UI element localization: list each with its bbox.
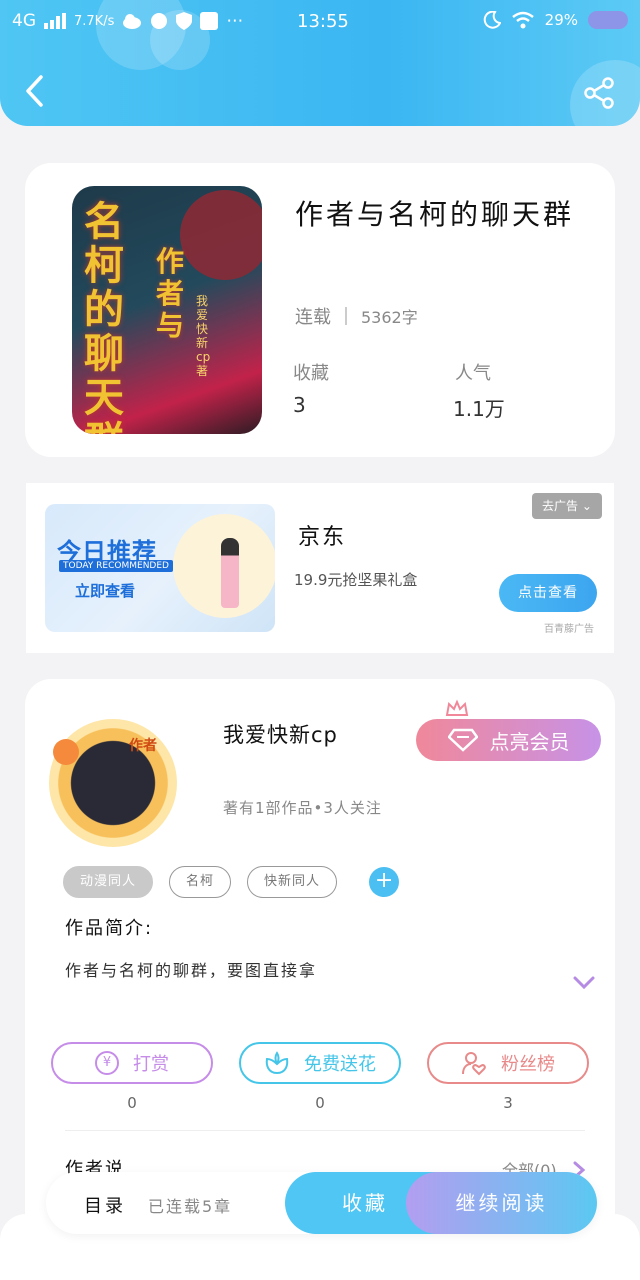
- favorites-label: 收藏: [293, 363, 329, 384]
- app-icon: [151, 13, 168, 29]
- remove-ad-button[interactable]: 去广告 ⌄: [532, 493, 602, 519]
- network-speed: 7.7K/s: [74, 13, 115, 29]
- book-cover[interactable]: 名柯的聊天群 作者与 我爱快新cp著: [72, 186, 262, 434]
- author-badge: 作者: [129, 738, 157, 754]
- diamond-icon: [447, 728, 478, 752]
- battery-icon: [588, 11, 628, 29]
- vip-label: 点亮会员: [489, 729, 570, 754]
- expand-chevron-icon[interactable]: [572, 975, 596, 991]
- intro-text: 作者与名柯的聊群，要图直接拿: [65, 961, 318, 980]
- word-count: 5362字: [361, 308, 418, 327]
- fans-label: 粉丝榜: [501, 1054, 555, 1075]
- book-title: 作者与名柯的聊天群: [295, 198, 575, 231]
- remove-ad-label: 去广告: [542, 499, 579, 513]
- battery-percent: 29%: [544, 11, 578, 29]
- ad-cta-button[interactable]: 点击查看: [499, 574, 597, 612]
- girl-illustration-icon: [221, 538, 239, 608]
- network-type: 4G: [12, 11, 36, 31]
- back-arrow-icon[interactable]: [22, 74, 48, 108]
- author-name[interactable]: 我爱快新cp: [223, 719, 338, 749]
- signal-icon: [44, 13, 66, 29]
- wifi-icon: [511, 11, 534, 29]
- action-buttons: ¥ 打赏 免费送花 粉丝榜: [51, 1042, 591, 1086]
- ad-image-button: 立即查看: [75, 582, 136, 600]
- flower-outline-icon: [265, 1051, 289, 1075]
- ad-title: 京东: [298, 525, 347, 550]
- clock: 13:55: [297, 11, 349, 32]
- book-meta: 连载 5362字: [295, 303, 418, 329]
- author-avatar[interactable]: 作者: [49, 719, 177, 847]
- tag-chip[interactable]: 快新同人: [247, 866, 338, 898]
- header: 4G 7.7K/s ⋯ 13:55 29%: [0, 0, 640, 126]
- fans-count: 3: [503, 1094, 513, 1112]
- favorites-value: 3: [293, 393, 306, 417]
- toc-button[interactable]: 目录: [84, 1192, 126, 1218]
- status-bar: 4G 7.7K/s ⋯ 13:55 29%: [0, 0, 640, 44]
- share-icon[interactable]: [582, 76, 616, 110]
- cloud-icon: [123, 14, 142, 29]
- cover-author: 我爱快新cp著: [196, 294, 211, 378]
- send-flower-button[interactable]: 免费送花: [239, 1042, 401, 1084]
- author-info: 著有1部作品•3人关注: [223, 799, 382, 817]
- fans-rank-button[interactable]: 粉丝榜: [427, 1042, 589, 1084]
- reward-count: 0: [127, 1094, 137, 1112]
- crown-icon: [445, 699, 469, 716]
- flower-icon: [53, 739, 79, 765]
- continue-reading-button[interactable]: 继续阅读: [406, 1172, 597, 1234]
- yen-icon: ¥: [95, 1051, 119, 1075]
- ad-image[interactable]: 今日推荐 TODAY RECOMMENDED 立即查看: [45, 504, 275, 632]
- serial-status: 连载: [295, 307, 331, 328]
- user-heart-icon: [462, 1052, 486, 1076]
- vip-button[interactable]: 点亮会员: [416, 719, 601, 761]
- ad-source: 百青藤广告: [544, 624, 594, 635]
- flower-label: 免费送花: [304, 1054, 376, 1075]
- reward-button[interactable]: ¥ 打赏: [51, 1042, 213, 1084]
- alipay-icon: [200, 12, 219, 30]
- ad-banner[interactable]: 今日推荐 TODAY RECOMMENDED 立即查看 去广告 ⌄ 京东 19.…: [26, 483, 614, 653]
- cover-title-side: 作者与: [156, 245, 185, 342]
- tag-chip[interactable]: 名柯: [169, 866, 232, 898]
- ad-subtitle: 19.9元抢坚果礼盒: [294, 571, 418, 589]
- ad-image-english: TODAY RECOMMENDED: [59, 560, 173, 572]
- shield-icon: [176, 12, 193, 30]
- reward-label: 打赏: [133, 1054, 169, 1075]
- flower-count: 0: [315, 1094, 325, 1112]
- popularity-value: 1.1万: [453, 397, 505, 421]
- cover-title: 名柯的聊天群: [84, 198, 124, 435]
- book-info-card: 名柯的聊天群 作者与 我爱快新cp著 作者与名柯的聊天群 连载 5362字 收藏…: [25, 163, 615, 457]
- more-icon: ⋯: [226, 11, 244, 31]
- intro-label: 作品简介:: [65, 918, 154, 939]
- chapter-status: 已连载5章: [148, 1197, 233, 1216]
- tag-list: 动漫同人 名柯 快新同人 +: [63, 866, 400, 898]
- add-tag-icon[interactable]: +: [369, 867, 400, 897]
- meta-divider: [345, 307, 347, 325]
- popularity-label: 人气: [455, 363, 491, 384]
- tag-chip[interactable]: 动漫同人: [63, 866, 154, 898]
- bottom-action-bar: 目录 已连载5章 收藏 继续阅读: [46, 1172, 597, 1234]
- divider: [65, 1130, 585, 1131]
- moon-icon: [483, 11, 501, 29]
- chevron-down-icon: ⌄: [581, 499, 592, 513]
